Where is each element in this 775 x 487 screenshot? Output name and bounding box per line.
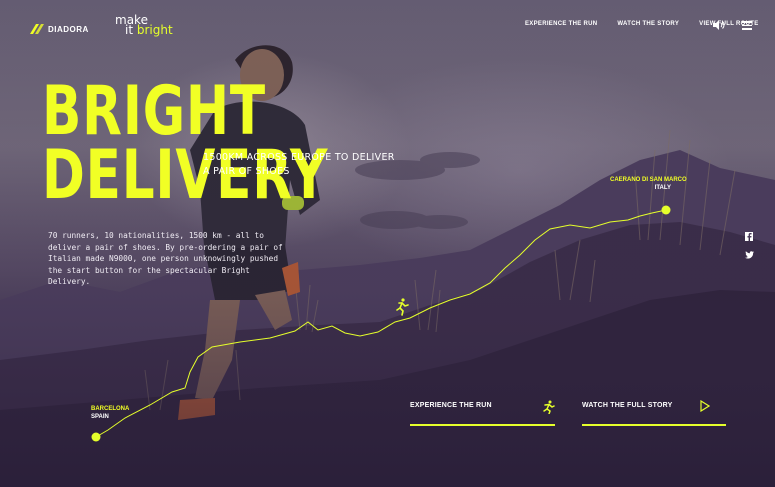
watch-the-full-story-label: WATCH THE FULL STORY (582, 402, 673, 409)
hero-description: 70 runners, 10 nationalities, 1500 km - … (48, 231, 283, 286)
menu-bar (742, 24, 752, 26)
runner-icon (543, 400, 555, 414)
hero-title: BRIGHT DELIVERY (42, 72, 328, 210)
facebook-icon[interactable] (745, 232, 753, 241)
route-end-marker[interactable] (661, 205, 671, 215)
play-icon (700, 400, 710, 412)
page: DIADORA make it bright EXPERIENCE THE RU… (0, 0, 775, 487)
experience-the-run-button[interactable]: EXPERIENCE THE RUN (410, 400, 555, 426)
hamburger-menu-icon[interactable] (742, 21, 752, 30)
menu-bar (742, 28, 752, 30)
route-start-label: BARCELONA SPAIN (91, 405, 129, 421)
sound-icon[interactable] (713, 20, 725, 30)
make-it-bright-logo[interactable]: make it bright (115, 14, 173, 37)
nav-experience-the-run[interactable]: EXPERIENCE THE RUN (525, 21, 597, 27)
diadora-logo-icon (30, 24, 44, 34)
hero-subtitle: 1500KM ACROSS EUROPE TO DELIVER A PAIR O… (203, 152, 395, 177)
brand-name: DIADORA (48, 24, 89, 34)
diadora-logo[interactable]: DIADORA (30, 24, 89, 34)
hero-title-line1: BRIGHT (42, 72, 266, 151)
route-start-marker[interactable] (91, 432, 101, 442)
menu-bar (742, 21, 752, 23)
route-end-city: CAERANO DI SAN MARCO (610, 177, 687, 183)
nav-watch-the-story[interactable]: WATCH THE STORY (617, 21, 679, 27)
watch-the-full-story-button[interactable]: WATCH THE FULL STORY (582, 400, 726, 426)
experience-the-run-label: EXPERIENCE THE RUN (410, 402, 492, 409)
twitter-icon[interactable] (745, 251, 754, 259)
route-start-city: BARCELONA (91, 406, 130, 412)
campaign-line2-b: bright (136, 23, 173, 37)
route-start-country: SPAIN (91, 414, 109, 420)
campaign-line2-a: it (125, 23, 137, 37)
route-end-label: CAERANO DI SAN MARCO ITALY (610, 176, 687, 192)
route-end-country: ITALY (654, 185, 671, 191)
